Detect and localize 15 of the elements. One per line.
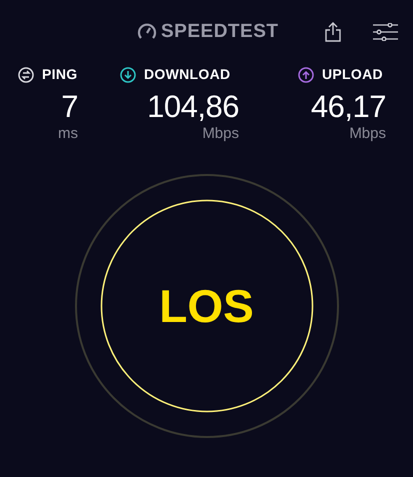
share-button[interactable]	[325, 22, 341, 42]
settings-icon	[373, 23, 398, 41]
metric-label: PING	[42, 65, 78, 84]
metric-unit: ms	[58, 126, 78, 141]
metric-unit: Mbps	[202, 126, 239, 141]
metric-value: 7	[61, 91, 78, 122]
logo-text: SPEEDTEST	[161, 20, 278, 44]
metric-label: UPLOAD	[322, 65, 383, 84]
metric-value: 46,17	[310, 91, 386, 122]
metric-label: DOWNLOAD	[144, 65, 230, 84]
settings-button[interactable]	[373, 23, 398, 41]
result-text: LOS	[159, 283, 254, 329]
share-icon	[325, 22, 341, 42]
metric-value: 104,86	[147, 91, 239, 122]
metric-unit: Mbps	[349, 126, 386, 141]
